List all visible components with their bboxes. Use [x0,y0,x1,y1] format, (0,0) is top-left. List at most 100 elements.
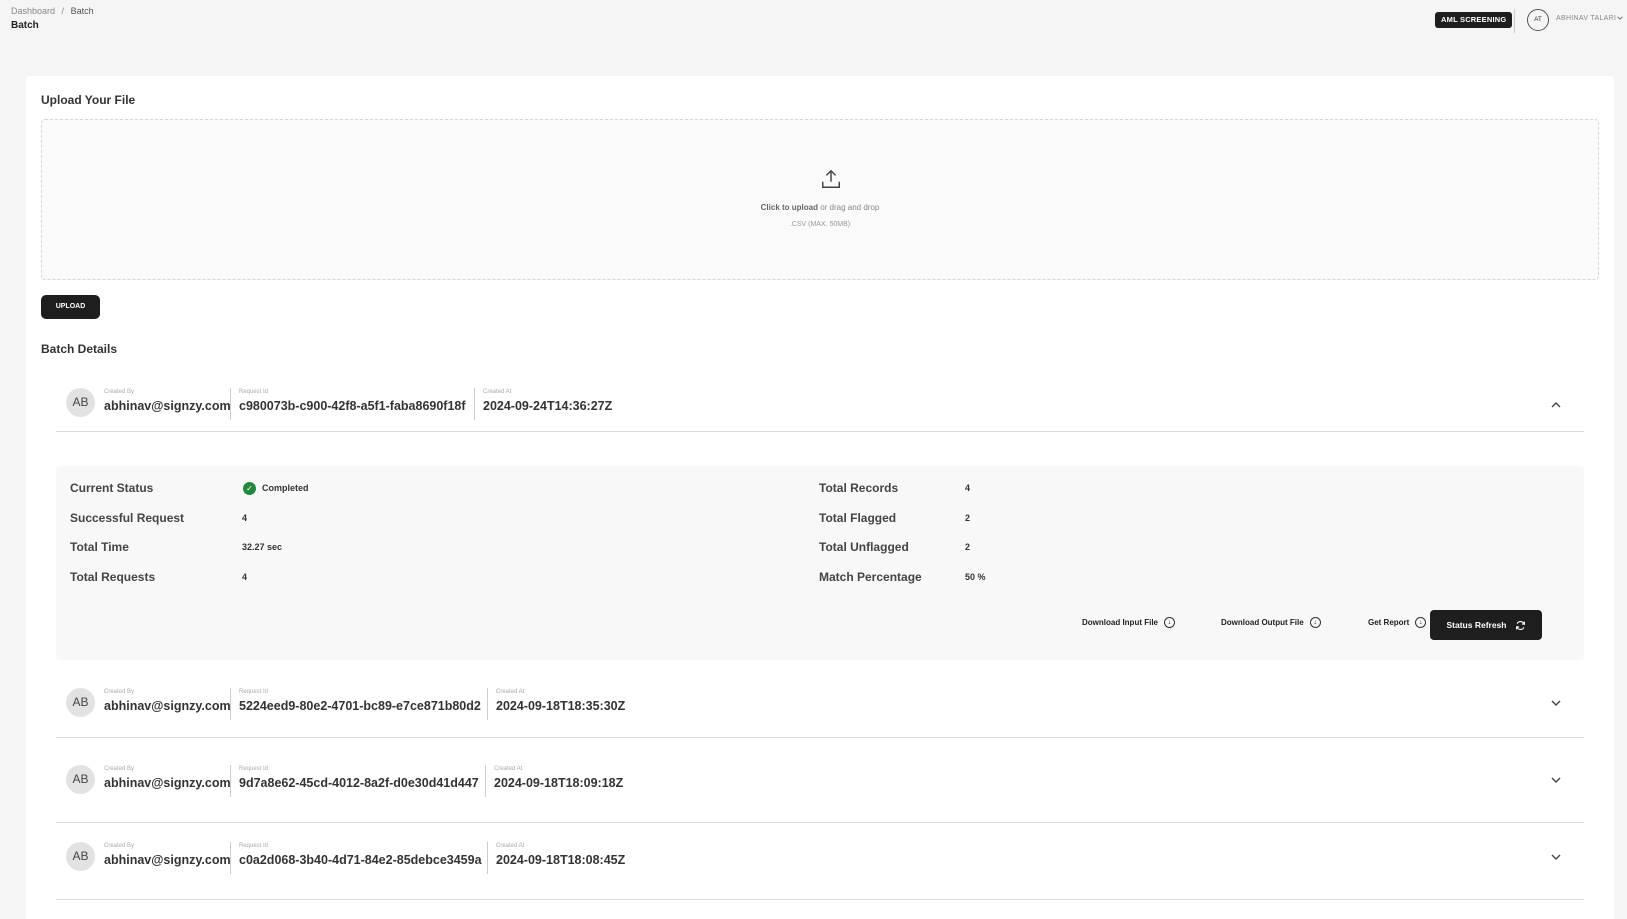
refresh-icon [1515,620,1525,630]
created-at-label: Created At [496,689,525,695]
column-divider [485,765,486,797]
batch-row[interactable]: AB Created By abhinav@signzy.com Request… [56,364,1584,432]
file-dropzone[interactable]: Click to upload or drag and drop .CSV (M… [41,119,1599,280]
get-report-label: Get Report [1368,618,1410,627]
total-time-label: Total Time [70,540,129,554]
avatar: AB [66,388,95,417]
request-id-label: Request Id [239,766,269,772]
match-percentage-value: 50 % [965,572,986,582]
dropzone-text: Click to upload or drag and drop [42,203,1598,212]
download-icon: ↓ [1309,617,1321,628]
chevron-down-icon[interactable] [1616,14,1624,22]
download-output-file-label: Download Output File [1221,618,1304,627]
status-refresh-label: Status Refresh [1446,620,1507,630]
column-divider [487,688,488,720]
user-avatar[interactable]: AT [1527,9,1549,31]
created-at-column: Created At 2024-09-18T18:09:18Z [494,766,623,792]
request-id-column: Request Id c980073b-c900-42f8-a5f1-faba8… [239,389,466,415]
chevron-down-icon[interactable] [1549,773,1563,787]
download-icon: ↓ [1415,617,1427,628]
created-at-label: Created At [496,843,525,849]
created-by-label: Created By [104,766,135,772]
column-divider [230,765,231,797]
request-id-column: Request Id c0a2d068-3b40-4d71-84e2-85deb… [239,843,482,869]
created-at-label: Created At [494,766,523,772]
drag-drop-text: or drag and drop [817,203,880,212]
upload-button[interactable]: UPLOAD [41,295,100,319]
created-by-column: Created By abhinav@signzy.com [104,843,231,869]
created-at-value: 2024-09-18T18:35:30Z [496,699,626,713]
column-divider [230,388,231,420]
match-percentage-label: Match Percentage [819,570,922,584]
total-time-value: 32.27 sec [242,542,283,552]
request-id-value: c980073b-c900-42f8-a5f1-faba8690f18f [239,399,466,413]
breadcrumb: Dashboard / Batch [11,6,94,16]
upload-title: Upload Your File [41,93,136,107]
total-records-value: 4 [965,483,971,493]
current-status-value: Completed [262,483,309,493]
download-icon: ↓ [1164,617,1175,628]
request-id-column: Request Id 9d7a8e62-45cd-4012-8a2f-d0e30… [239,766,479,792]
batch-row[interactable]: AB Created By abhinav@signzy.com Request… [56,824,1584,900]
avatar: AB [66,842,95,871]
chevron-down-icon[interactable] [1549,696,1563,710]
user-name[interactable]: ABHINAV TALARI [1556,15,1616,22]
created-by-column: Created By abhinav@signzy.com [104,766,231,792]
created-by-label: Created By [104,843,135,849]
created-by-column: Created By abhinav@signzy.com [104,389,231,415]
created-at-label: Created At [483,389,512,395]
total-unflagged-value: 2 [965,542,971,552]
total-requests-label: Total Requests [70,570,156,584]
successful-request-value: 4 [242,513,248,523]
created-by-value: abhinav@signzy.com [104,699,231,713]
top-bar: Dashboard / Batch Batch AML SCREENING AT… [0,0,1627,40]
header-divider [1514,9,1515,33]
created-by-label: Created By [104,689,135,695]
click-to-upload-link[interactable]: Click to upload [761,203,818,212]
request-id-label: Request Id [239,689,269,695]
created-at-value: 2024-09-18T18:09:18Z [494,776,624,790]
created-at-value: 2024-09-24T14:36:27Z [483,399,613,413]
created-at-column: Created At 2024-09-18T18:35:30Z [496,689,625,715]
avatar: AB [66,765,95,794]
batch-row[interactable]: AB Created By abhinav@signzy.com Request… [56,670,1584,738]
total-unflagged-label: Total Unflagged [819,540,909,554]
created-by-value: abhinav@signzy.com [104,853,231,867]
created-by-value: abhinav@signzy.com [104,399,231,413]
created-at-column: Created At 2024-09-24T14:36:27Z [483,389,612,415]
download-input-file-button[interactable]: Download Input File ↓ [1082,617,1175,628]
column-divider [230,688,231,720]
column-divider [474,388,475,420]
total-flagged-value: 2 [965,513,971,523]
total-flagged-label: Total Flagged [819,511,897,525]
request-id-value: c0a2d068-3b40-4d71-84e2-85debce3459a [239,853,482,867]
request-id-label: Request Id [239,389,269,395]
created-at-column: Created At 2024-09-18T18:08:45Z [496,843,625,869]
breadcrumb-dashboard[interactable]: Dashboard [11,6,55,16]
download-output-file-button[interactable]: Download Output File ↓ [1221,617,1321,628]
request-id-value: 9d7a8e62-45cd-4012-8a2f-d0e30d41d447 [239,776,479,790]
request-id-value: 5224eed9-80e2-4701-bc89-e7ce871b80d2 [239,699,481,713]
chevron-down-icon[interactable] [1549,850,1563,864]
file-format-hint: .CSV (MAX. 50MB) [789,221,851,228]
check-circle-icon: ✓ [243,482,256,495]
status-refresh-button[interactable]: Status Refresh [1430,610,1542,640]
page-title: Batch [11,20,39,31]
avatar: AB [66,688,95,717]
batch-details-panel: Current Status ✓ Completed Successful Re… [56,466,1584,660]
total-requests-value: 4 [242,572,248,582]
current-status-label: Current Status [70,481,154,495]
aml-screening-badge[interactable]: AML SCREENING [1435,12,1513,28]
column-divider [487,842,488,874]
created-by-column: Created By abhinav@signzy.com [104,689,231,715]
batch-details-title: Batch Details [41,342,118,356]
batch-row[interactable]: AB Created By abhinav@signzy.com Request… [56,747,1584,823]
main-card: Upload Your File Click to upload or drag… [26,76,1614,919]
total-records-label: Total Records [819,481,899,495]
successful-request-label: Successful Request [70,511,185,525]
download-input-file-label: Download Input File [1082,618,1158,627]
created-by-label: Created By [104,389,135,395]
created-at-value: 2024-09-18T18:08:45Z [496,853,626,867]
get-report-button[interactable]: Get Report ↓ [1368,617,1427,628]
chevron-up-icon[interactable] [1549,398,1563,412]
